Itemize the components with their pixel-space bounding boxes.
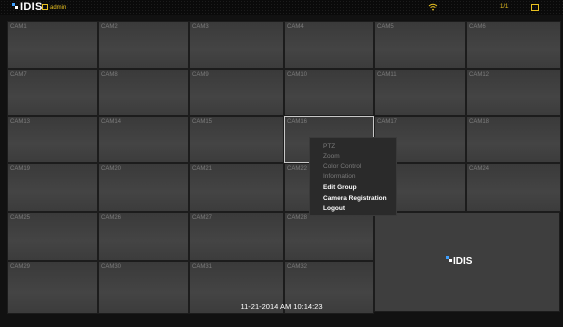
camera-tile-cam2[interactable]: CAM2	[98, 21, 189, 69]
context-menu: PTZ Zoom Color Control Information Edit Grou…	[309, 137, 397, 216]
menu-item-information: Information	[323, 173, 356, 180]
bottom-bar	[0, 314, 563, 327]
menu-item-color-control: Color Control	[323, 163, 362, 170]
camera-tile-cam27[interactable]: CAM27	[189, 212, 284, 261]
camera-label: CAM28	[287, 215, 308, 221]
camera-label: CAM12	[469, 72, 490, 78]
camera-label: CAM21	[192, 166, 213, 172]
camera-label: CAM14	[101, 119, 122, 125]
camera-tile-cam5[interactable]: CAM5	[374, 21, 466, 69]
camera-label: CAM8	[101, 72, 118, 78]
menu-item-edit-group[interactable]: Edit Group	[323, 184, 357, 191]
camera-label: CAM10	[287, 72, 308, 78]
camera-tile-cam25[interactable]: CAM25	[7, 212, 98, 261]
camera-tile-cam10[interactable]: CAM10	[284, 69, 374, 116]
camera-tile-cam8[interactable]: CAM8	[98, 69, 189, 116]
lock-icon	[42, 4, 48, 10]
camera-tile-cam4[interactable]: CAM4	[284, 21, 374, 69]
camera-label: CAM4	[287, 24, 304, 30]
camera-tile-cam13[interactable]: CAM13	[7, 116, 98, 163]
camera-label: CAM16	[287, 119, 308, 125]
camera-tile-cam3[interactable]: CAM3	[189, 21, 284, 69]
camera-label: CAM27	[192, 215, 213, 221]
camera-label: CAM31	[192, 264, 213, 270]
user-name: admin	[50, 5, 67, 11]
camera-tile-cam11[interactable]: CAM11	[374, 69, 466, 116]
camera-tile-cam12[interactable]: CAM12	[466, 69, 561, 116]
camera-label: CAM29	[10, 264, 31, 270]
top-status-bar: IDIS admin 1/1	[0, 0, 563, 15]
camera-label: CAM25	[10, 215, 31, 221]
camera-tile-cam20[interactable]: CAM20	[98, 163, 189, 212]
camera-label: CAM6	[469, 24, 486, 30]
camera-label: CAM32	[287, 264, 308, 270]
logo-pane: IDIS	[374, 212, 560, 312]
camera-label: CAM17	[377, 119, 398, 125]
logo-mark-white	[449, 259, 452, 262]
menu-item-logout[interactable]: Logout	[323, 205, 345, 212]
camera-tile-cam14[interactable]: CAM14	[98, 116, 189, 163]
idis-watermark-logo: IDIS	[446, 256, 473, 267]
camera-tile-cam1[interactable]: CAM1	[7, 21, 98, 69]
network-icon	[428, 3, 438, 11]
logo-text: IDIS	[453, 256, 473, 267]
camera-tile-cam19[interactable]: CAM19	[7, 163, 98, 212]
camera-label: CAM1	[10, 24, 27, 30]
logo-mark-white	[15, 6, 18, 9]
camera-label: CAM13	[10, 119, 31, 125]
camera-label: CAM18	[469, 119, 490, 125]
camera-tile-cam24[interactable]: CAM24	[466, 163, 561, 212]
camera-label: CAM24	[469, 166, 490, 172]
monitor-icon[interactable]	[531, 4, 539, 11]
camera-tile-cam28[interactable]: CAM28	[284, 212, 374, 261]
camera-label: CAM5	[377, 24, 394, 30]
camera-label: CAM15	[192, 119, 213, 125]
datetime-display: 11-21-2014 AM 10:14:23	[240, 302, 323, 311]
menu-item-ptz: PTZ	[323, 143, 336, 150]
menu-item-camera-registration[interactable]: Camera Registration	[323, 195, 387, 202]
camera-label: CAM30	[101, 264, 122, 270]
camera-label: CAM9	[192, 72, 209, 78]
camera-label: CAM22	[287, 166, 308, 172]
camera-label: CAM20	[101, 166, 122, 172]
camera-label: CAM2	[101, 24, 118, 30]
camera-tile-cam7[interactable]: CAM7	[7, 69, 98, 116]
camera-tile-cam6[interactable]: CAM6	[466, 21, 561, 69]
camera-tile-cam18[interactable]: CAM18	[466, 116, 561, 163]
camera-tile-cam21[interactable]: CAM21	[189, 163, 284, 212]
camera-label: CAM11	[377, 72, 397, 78]
menu-item-zoom: Zoom	[323, 153, 340, 160]
camera-label: CAM7	[10, 72, 27, 78]
camera-tile-cam9[interactable]: CAM9	[189, 69, 284, 116]
logo-text: IDIS	[20, 1, 43, 13]
camera-label: CAM19	[10, 166, 31, 172]
camera-tile-cam26[interactable]: CAM26	[98, 212, 189, 261]
current-user: admin	[42, 4, 66, 11]
page-indicator: 1/1	[500, 4, 509, 10]
camera-tile-cam15[interactable]: CAM15	[189, 116, 284, 163]
camera-label: CAM3	[192, 24, 209, 30]
camera-label: CAM26	[101, 215, 122, 221]
